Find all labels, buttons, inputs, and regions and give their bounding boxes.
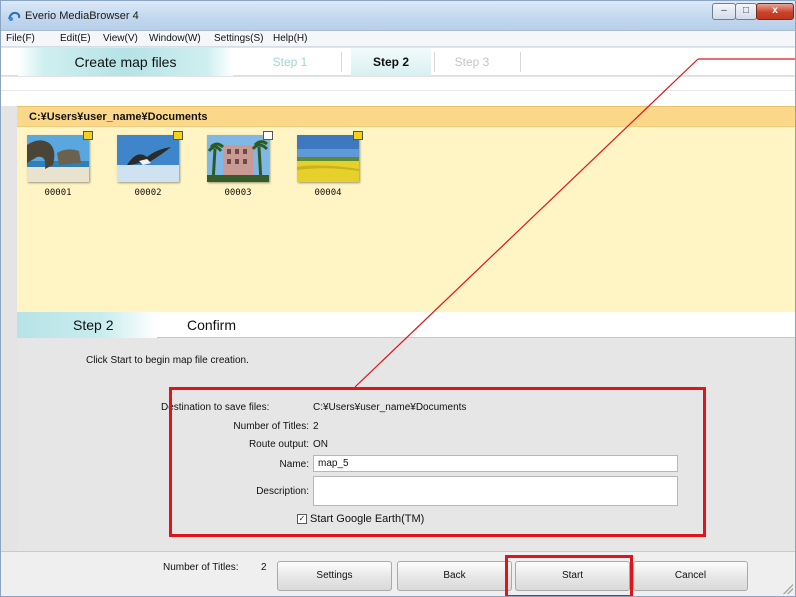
thumbnail-item[interactable]: 00001 [27, 131, 93, 203]
menu-edit[interactable]: Edit(E) [60, 33, 91, 44]
menu-bar: File(F) Edit(E) View(V) Window(W) Settin… [1, 31, 795, 47]
video-badge-icon [83, 131, 93, 140]
wizard-title: Create map files [18, 48, 233, 76]
thumbnail-item[interactable]: 00003 [207, 131, 273, 203]
menu-settings[interactable]: Settings(S) [214, 33, 263, 44]
back-button[interactable]: Back [397, 561, 512, 591]
step-divider [341, 52, 342, 72]
divider [1, 90, 795, 91]
maximize-button[interactable]: □ [735, 3, 757, 20]
instruction-text: Click Start to begin map file creation. [86, 355, 249, 366]
window-title: Everio MediaBrowser 4 [25, 10, 139, 22]
step-2-tab: Step 2 [351, 48, 431, 76]
step-3-tab: Step 3 [454, 55, 490, 69]
step-bar: Create map files Step 1 Step 2 Step 3 [1, 48, 795, 76]
video-badge-icon [353, 131, 363, 140]
thumbnail-image-building [207, 135, 269, 182]
settings-button[interactable]: Settings [277, 561, 392, 591]
menu-file[interactable]: File(F) [6, 33, 35, 44]
thumbnail-image-bird [117, 135, 179, 182]
thumbnail-image-beach [27, 135, 89, 182]
thumbnail-label: 00003 [224, 188, 252, 198]
details-highlight-box [169, 387, 706, 537]
video-badge-icon [173, 131, 183, 140]
thumbnail-label: 00002 [134, 188, 162, 198]
thumbnail-item[interactable]: 00004 [297, 131, 363, 203]
app-logo-icon [8, 11, 21, 21]
step-divider [434, 52, 435, 72]
thumbnail-image-field [297, 135, 359, 182]
resize-grip-icon[interactable] [783, 584, 793, 594]
footer-titles-label: Number of Titles: [163, 562, 239, 573]
folder-path: C:¥Users¥user_name¥Documents [29, 111, 208, 123]
menu-help[interactable]: Help(H) [273, 33, 307, 44]
minimize-button[interactable]: – [712, 3, 736, 20]
confirm-step-label: Step 2 [17, 312, 157, 338]
thumbnail-item[interactable]: 00002 [117, 131, 183, 203]
app-window: Everio MediaBrowser 4 – □ x File(F) Edit… [0, 0, 796, 597]
confirm-title: Confirm [187, 317, 237, 333]
folder-path-bar: C:¥Users¥user_name¥Documents [17, 106, 795, 127]
footer-bar: Number of Titles: 2 Settings Back Start … [1, 551, 795, 596]
confirm-header: Step 2 Confirm [17, 312, 795, 338]
menu-window[interactable]: Window(W) [149, 33, 201, 44]
footer-titles-value: 2 [261, 562, 267, 573]
toolbar-spacer [1, 77, 795, 106]
thumbnail-label: 00001 [44, 188, 72, 198]
photo-badge-icon [263, 131, 273, 140]
menu-view[interactable]: View(V) [103, 33, 138, 44]
close-button[interactable]: x [756, 3, 794, 20]
thumbnail-grid: 00001 00002 00003 00004 [17, 127, 795, 312]
title-bar: Everio MediaBrowser 4 – □ x [1, 1, 795, 31]
cancel-button[interactable]: Cancel [633, 561, 748, 591]
step-1-tab: Step 1 [272, 55, 308, 69]
start-highlight-box [505, 555, 633, 596]
step-divider [520, 52, 521, 72]
thumbnail-label: 00004 [314, 188, 342, 198]
